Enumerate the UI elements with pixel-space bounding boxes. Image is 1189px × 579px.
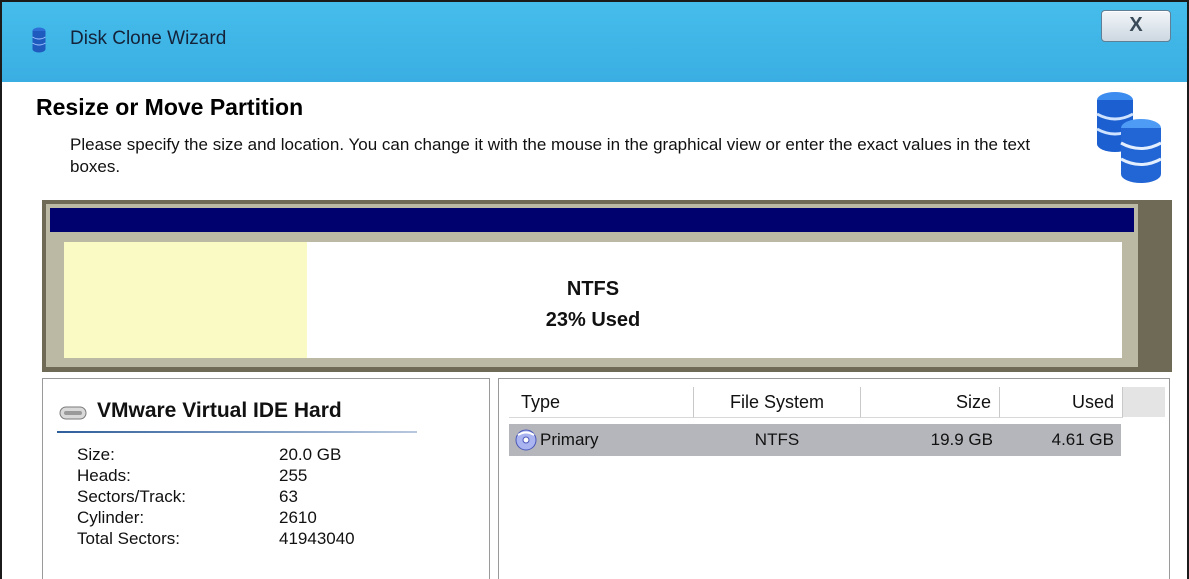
column-header-file-system[interactable]: File System xyxy=(694,387,861,418)
property-value: 41943040 xyxy=(279,529,355,548)
property-value: 63 xyxy=(279,487,298,506)
cell-file-system: NTFS xyxy=(754,430,800,449)
page-title: Resize or Move Partition xyxy=(36,94,304,120)
disk-clone-wizard-window: Disk Clone Wizard X Resize or Move Parti… xyxy=(0,0,1189,579)
property-label: Heads: xyxy=(77,466,131,485)
disk-properties: Size: 20.0 GB Heads: 255 Sectors/Track: … xyxy=(77,445,437,550)
primary-partition-icon xyxy=(515,429,537,451)
property-size: Size: 20.0 GB xyxy=(77,445,437,466)
close-button[interactable]: X xyxy=(1101,10,1171,42)
property-label: Total Sectors: xyxy=(77,529,180,548)
column-header-used[interactable]: Used xyxy=(1000,387,1123,418)
property-label: Cylinder: xyxy=(77,508,145,527)
property-cylinder: Cylinder: 2610 xyxy=(77,508,437,529)
close-icon: X xyxy=(1129,14,1143,36)
disk-name: VMware Virtual IDE Hard xyxy=(97,399,342,422)
window-title: Disk Clone Wizard xyxy=(70,28,227,49)
partition-file-system: NTFS xyxy=(566,278,620,300)
disk-info-panel: VMware Virtual IDE Hard Size: 20.0 GB He… xyxy=(42,378,490,579)
column-header-type[interactable]: Type xyxy=(509,387,694,418)
property-value: 2610 xyxy=(279,508,317,527)
page-description: Please specify the size and location. Yo… xyxy=(70,135,1031,176)
disk-graphical-view: NTFS 23% Used xyxy=(42,200,1172,372)
cell-type: Primary xyxy=(540,430,599,449)
property-label: Sectors/Track: xyxy=(77,487,186,506)
partition-label: NTFS 23% Used xyxy=(64,274,1122,336)
property-value: 20.0 GB xyxy=(279,445,342,464)
wizard-header: Resize or Move Partition Please specify … xyxy=(2,82,1187,200)
column-header-size[interactable]: Size xyxy=(861,387,1000,418)
partition-used-percent: 23% Used xyxy=(545,309,641,331)
property-sectors-per-track: Sectors/Track: 63 xyxy=(77,487,437,508)
cell-used: 4.61 GB xyxy=(1051,430,1114,449)
property-value: 255 xyxy=(279,466,308,485)
property-heads: Heads: 255 xyxy=(77,466,437,487)
partition-list: Type File System Size Used Primary NTFS … xyxy=(498,378,1170,579)
cell-size: 19.9 GB xyxy=(930,430,993,449)
stacked-databases-icon xyxy=(1096,92,1162,183)
database-icon xyxy=(32,27,46,53)
table-row[interactable]: Primary NTFS 19.9 GB 4.61 GB xyxy=(509,424,1121,456)
disk-name-divider xyxy=(57,431,417,433)
hard-disk-icon xyxy=(59,406,87,420)
column-header-filler xyxy=(1123,387,1165,417)
property-label: Size: xyxy=(77,445,115,464)
property-total-sectors: Total Sectors: 41943040 xyxy=(77,529,437,550)
title-bar[interactable]: Disk Clone Wizard X xyxy=(2,2,1187,82)
partition-bar[interactable] xyxy=(50,208,1134,232)
partition-block[interactable]: NTFS 23% Used xyxy=(46,204,1138,367)
partition-body[interactable]: NTFS 23% Used xyxy=(64,242,1122,358)
